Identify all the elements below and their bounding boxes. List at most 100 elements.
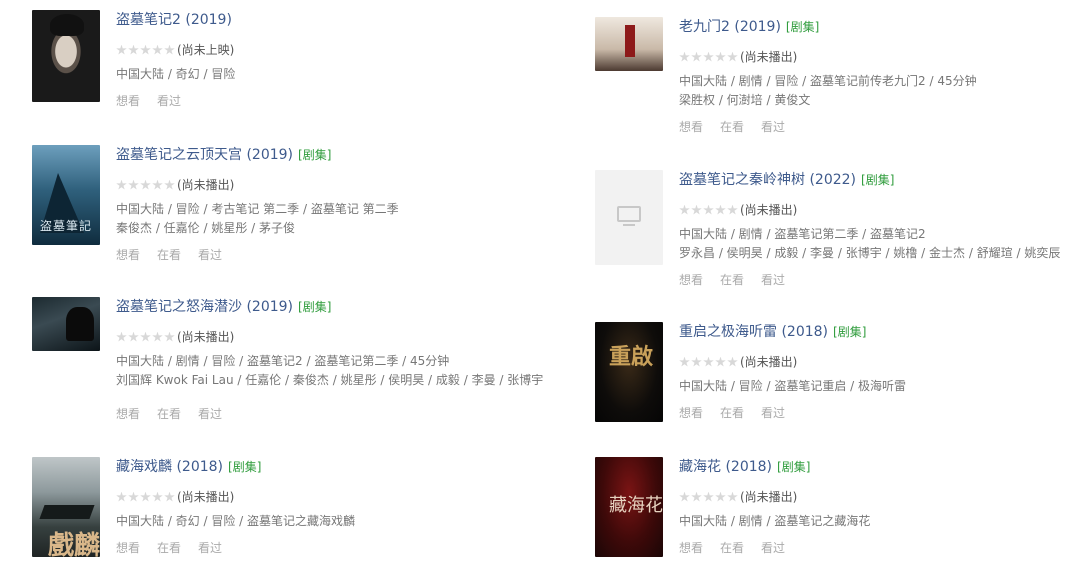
movie-meta: 中国大陆 / 奇幻 / 冒险 (116, 65, 237, 84)
movie-title-link[interactable]: 重启之极海听雷 (2018) (679, 324, 828, 340)
movie-item-left-2: 盗墓笔记之怒海潜沙 (2019) [剧集] (尚未播出) 中国大陆 / 剧情 / … (32, 297, 572, 421)
watched-link[interactable]: 看过 (761, 541, 785, 555)
rating-row: (尚未播出) (679, 49, 977, 65)
watched-link[interactable]: 看过 (761, 273, 785, 287)
movie-poster[interactable] (595, 17, 663, 71)
cast-line: 秦俊杰 / 任嘉伦 / 姚星彤 / 茅子俊 (116, 221, 296, 235)
cast-line: 刘国辉 Kwok Fai Lau / 任嘉伦 / 秦俊杰 / 姚星彤 / 侯明昊… (116, 373, 544, 387)
movie-poster[interactable]: 戲麟 (32, 457, 100, 557)
watched-link[interactable]: 看过 (198, 407, 222, 421)
type-tag: [剧集] (785, 20, 820, 34)
want-to-watch-link[interactable]: 想看 (679, 541, 703, 555)
cast-line: 罗永昌 / 侯明昊 / 成毅 / 李曼 / 张博宇 / 姚橹 / 金士杰 / 舒… (679, 246, 1061, 260)
watching-link[interactable]: 在看 (157, 248, 181, 262)
type-tag: [剧集] (777, 460, 811, 474)
rating-stars (679, 356, 738, 368)
release-status: (尚未播出) (177, 330, 235, 344)
poster-text: 藏海花 (609, 495, 663, 516)
rating-stars (679, 204, 738, 216)
movie-poster[interactable]: 重啟 (595, 322, 663, 422)
movie-info: 老九门2 (2019) [剧集] (尚未播出) 中国大陆 / 剧情 / 冒险 / … (679, 17, 977, 135)
rating-row: (尚未上映) (116, 42, 237, 58)
movie-item-left-1: 盗墓筆記 盗墓笔记之云顶天宫 (2019) [剧集] (尚未播出) 中国大陆 / … (32, 145, 552, 262)
type-tag: [剧集] (833, 325, 867, 339)
movie-poster[interactable] (32, 297, 100, 351)
rating-row: (尚未播出) (116, 329, 543, 345)
title-row: 重启之极海听雷 (2018) [剧集] (679, 322, 906, 342)
release-status: (尚未播出) (177, 490, 235, 504)
movie-info: 盗墓笔记2 (2019) (尚未上映) 中国大陆 / 奇幻 / 冒险 想看 看过 (116, 10, 237, 109)
watching-link[interactable]: 在看 (720, 120, 744, 134)
watched-link[interactable]: 看过 (761, 406, 785, 420)
release-status: (尚未播出) (740, 355, 798, 369)
rating-row: (尚未播出) (116, 177, 399, 193)
movie-title-link[interactable]: 藏海戏麟 (2018) (116, 459, 223, 475)
movie-poster[interactable]: 藏海花 (595, 457, 663, 557)
action-links: 想看 在看 看过 (679, 405, 906, 421)
want-to-watch-link[interactable]: 想看 (679, 120, 703, 134)
action-links: 想看 在看 看过 (679, 272, 1060, 288)
action-links: 想看 看过 (116, 93, 237, 109)
movie-title-link[interactable]: 盗墓笔记2 (2019) (116, 12, 232, 28)
want-to-watch-link[interactable]: 想看 (679, 406, 703, 420)
movie-title-link[interactable]: 老九门2 (2019) (679, 19, 781, 35)
poster-text: 重啟 (609, 344, 654, 370)
movie-poster-placeholder[interactable] (595, 170, 663, 265)
rating-row: (尚未播出) (679, 202, 1060, 218)
movie-title-link[interactable]: 盗墓笔记之云顶天宫 (2019) (116, 147, 293, 163)
release-status: (尚未播出) (177, 178, 235, 192)
movie-meta: 中国大陆 / 剧情 / 盗墓笔记之藏海花 (679, 512, 870, 531)
movie-title-link[interactable]: 盗墓笔记之怒海潜沙 (2019) (116, 299, 293, 315)
movie-info: 藏海花 (2018) [剧集] (尚未播出) 中国大陆 / 剧情 / 盗墓笔记之藏… (679, 457, 870, 556)
rating-row: (尚未播出) (116, 489, 355, 505)
want-to-watch-link[interactable]: 想看 (679, 273, 703, 287)
release-status: (尚未上映) (177, 43, 235, 57)
action-links: 想看 在看 看过 (116, 406, 543, 422)
watching-link[interactable]: 在看 (720, 541, 744, 555)
watching-link[interactable]: 在看 (720, 273, 744, 287)
movie-info: 重启之极海听雷 (2018) [剧集] (尚未播出) 中国大陆 / 冒险 / 盗墓… (679, 322, 906, 421)
meta-line: 中国大陆 / 奇幻 / 冒险 (116, 67, 236, 81)
movie-meta: 中国大陆 / 剧情 / 冒险 / 盗墓笔记2 / 盗墓笔记第二季 / 45分钟刘… (116, 352, 543, 390)
type-tag: [剧集] (298, 148, 332, 162)
watching-link[interactable]: 在看 (157, 407, 181, 421)
movie-title-link[interactable]: 盗墓笔记之秦岭神树 (2022) (679, 172, 856, 188)
poster-art (39, 505, 95, 519)
movie-item-left-0: 盗墓笔记2 (2019) (尚未上映) 中国大陆 / 奇幻 / 冒险 想看 看过 (32, 10, 552, 110)
movie-poster[interactable] (32, 10, 100, 102)
type-tag: [剧集] (228, 460, 262, 474)
watched-link[interactable]: 看过 (761, 120, 785, 134)
release-status: (尚未播出) (740, 490, 798, 504)
movie-info: 藏海戏麟 (2018) [剧集] (尚未播出) 中国大陆 / 奇幻 / 冒险 / … (116, 457, 355, 556)
title-row: 盗墓笔记之秦岭神树 (2022) [剧集] (679, 170, 1060, 190)
movie-info: 盗墓笔记之云顶天宫 (2019) [剧集] (尚未播出) 中国大陆 / 冒险 / … (116, 145, 399, 263)
watching-link[interactable]: 在看 (157, 541, 181, 555)
movie-meta: 中国大陆 / 剧情 / 盗墓笔记第二季 / 盗墓笔记2 罗永昌 / 侯明昊 / 成… (679, 225, 1060, 263)
rating-row: (尚未播出) (679, 354, 906, 370)
want-to-watch-link[interactable]: 想看 (116, 407, 140, 421)
movie-item-left-3: 戲麟 藏海戏麟 (2018) [剧集] (尚未播出) 中国大陆 / 奇幻 / 冒险… (32, 457, 552, 562)
movie-title-link[interactable]: 藏海花 (2018) (679, 459, 772, 475)
watching-link[interactable]: 在看 (720, 406, 744, 420)
want-to-watch-link[interactable]: 想看 (116, 94, 140, 108)
meta-line: 中国大陆 / 剧情 / 盗墓笔记之藏海花 (679, 514, 871, 528)
watched-link[interactable]: 看过 (157, 94, 181, 108)
want-to-watch-link[interactable]: 想看 (116, 248, 140, 262)
type-tag: [剧集] (298, 300, 332, 314)
meta-line: 中国大陆 / 剧情 / 冒险 / 盗墓笔记2 / 盗墓笔记第二季 / 45分钟 (116, 354, 450, 368)
title-row: 盗墓笔记之云顶天宫 (2019) [剧集] (116, 145, 399, 165)
title-row: 藏海戏麟 (2018) [剧集] (116, 457, 355, 477)
watched-link[interactable]: 看过 (198, 541, 222, 555)
rating-stars (116, 44, 175, 56)
poster-art (625, 25, 635, 57)
movie-meta: 中国大陆 / 奇幻 / 冒险 / 盗墓笔记之藏海戏麟 (116, 512, 355, 531)
action-links: 想看 在看 看过 (116, 540, 355, 556)
title-row: 盗墓笔记2 (2019) (116, 10, 237, 30)
meta-line: 中国大陆 / 冒险 / 考古笔记 第二季 / 盗墓笔记 第二季 (116, 202, 399, 216)
movie-poster[interactable]: 盗墓筆記 (32, 145, 100, 245)
meta-line: 中国大陆 / 冒险 / 盗墓笔记重启 / 极海听雷 (679, 379, 907, 393)
watched-link[interactable]: 看过 (198, 248, 222, 262)
meta-line: 中国大陆 / 奇幻 / 冒险 / 盗墓笔记之藏海戏麟 (116, 514, 356, 528)
want-to-watch-link[interactable]: 想看 (116, 541, 140, 555)
rating-stars (116, 179, 175, 191)
